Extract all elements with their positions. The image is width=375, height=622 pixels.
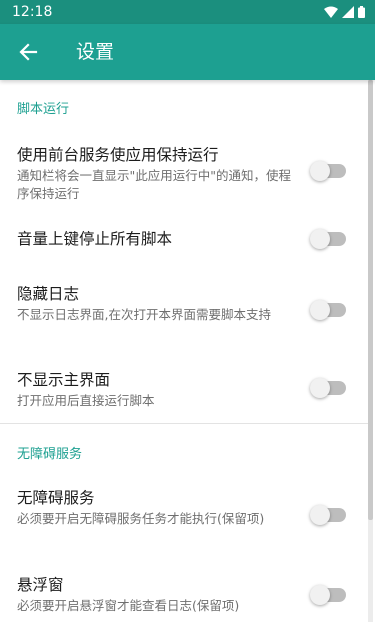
section-header-accessibility: 无障碍服务: [17, 447, 83, 462]
pref-summary: 通知栏将会一直显示"此应用运行中"的通知，使程序保持运行: [17, 168, 291, 201]
arrow-back-icon: [19, 43, 38, 61]
pref-title: 无障碍服务: [17, 489, 95, 507]
pref-hide-main-ui[interactable]: 不显示主界面 打开应用后直接运行脚本: [0, 358, 368, 418]
foreground-service-switch[interactable]: [310, 161, 348, 181]
cell-signal-icon: [342, 6, 354, 18]
status-time: 12:18: [12, 4, 53, 20]
pref-title: 悬浮窗: [17, 576, 64, 594]
volume-stop-switch[interactable]: [310, 229, 348, 249]
switch-thumb: [310, 505, 330, 525]
battery-icon: [358, 6, 365, 18]
section-header-script-run: 脚本运行: [17, 102, 70, 117]
status-icons: [324, 5, 365, 19]
pref-accessibility-service[interactable]: 无障碍服务 必须要开启无障碍服务任务才能执行(保留项): [0, 476, 368, 554]
accessibility-service-switch[interactable]: [310, 505, 348, 525]
settings-list[interactable]: 脚本运行 使用前台服务使应用保持运行 通知栏将会一直显示"此应用运行中"的通知，…: [0, 80, 375, 622]
switch-thumb: [310, 300, 330, 320]
pref-summary: 必须要开启悬浮窗才能查看日志(保留项): [17, 598, 240, 613]
wifi-icon: [324, 6, 338, 18]
pref-hide-log[interactable]: 隐藏日志 不显示日志界面,在次打开本界面需要脚本支持: [0, 272, 368, 348]
pref-title: 音量上键停止所有脚本: [17, 230, 173, 248]
pref-floating-window[interactable]: 悬浮窗 必须要开启悬浮窗才能查看日志(保留项): [0, 562, 368, 622]
status-bar: 12:18: [0, 0, 375, 24]
pref-title: 使用前台服务使应用保持运行: [17, 146, 219, 164]
pref-title: 不显示主界面: [17, 371, 111, 389]
switch-thumb: [310, 229, 330, 249]
floating-window-switch[interactable]: [310, 585, 348, 605]
pref-summary: 必须要开启无障碍服务任务才能执行(保留项): [17, 511, 265, 526]
pref-summary: 不显示日志界面,在次打开本界面需要脚本支持: [17, 307, 271, 322]
switch-thumb: [310, 378, 330, 398]
back-button[interactable]: [12, 36, 44, 68]
pref-volume-stop[interactable]: 音量上键停止所有脚本: [0, 214, 368, 266]
section-divider: [0, 423, 368, 424]
switch-thumb: [310, 585, 330, 605]
switch-thumb: [310, 161, 330, 181]
page-title: 设置: [76, 41, 115, 63]
app-bar: 设置: [0, 24, 375, 80]
hide-main-ui-switch[interactable]: [310, 378, 348, 398]
hide-log-switch[interactable]: [310, 300, 348, 320]
scrollbar-thumb[interactable]: [368, 80, 373, 520]
pref-foreground-service[interactable]: 使用前台服务使应用保持运行 通知栏将会一直显示"此应用运行中"的通知，使程序保持…: [0, 132, 368, 206]
pref-summary: 打开应用后直接运行脚本: [17, 393, 155, 408]
pref-title: 隐藏日志: [17, 285, 80, 303]
scrollbar[interactable]: [368, 80, 373, 622]
